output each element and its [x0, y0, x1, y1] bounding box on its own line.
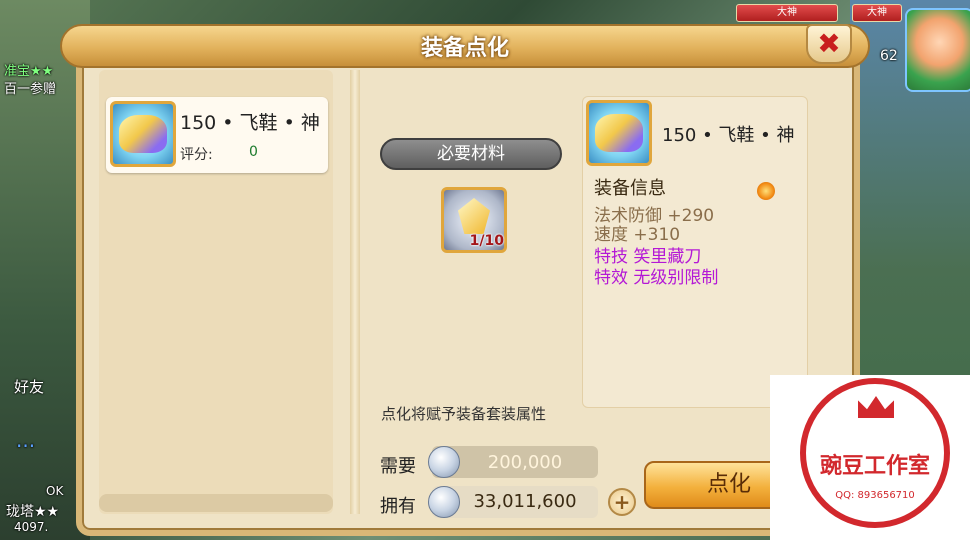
- material-slot[interactable]: 1/10: [441, 187, 507, 253]
- hud-status-text: OK: [46, 484, 64, 498]
- flying-shoes-icon: [119, 114, 167, 154]
- flying-shoes-icon: [595, 113, 643, 153]
- hud-target-number: 4097.: [14, 520, 49, 534]
- dialog-title: 装备点化: [420, 36, 509, 61]
- health-bar-2: 大神: [852, 4, 902, 22]
- friends-button[interactable]: 好友: [14, 376, 44, 397]
- watermark-qq: QQ: 893656710: [835, 490, 915, 501]
- gold-coin-icon[interactable]: [757, 182, 775, 200]
- silver-coin-icon: [428, 446, 460, 478]
- need-label: 需要: [380, 456, 416, 477]
- close-button[interactable]: ✖: [806, 24, 852, 64]
- material-count: 1/10: [469, 233, 504, 249]
- panel-divider: [350, 70, 360, 514]
- materials-banner: 必要材料: [380, 138, 562, 170]
- player-title-label: 百一参赠: [4, 82, 57, 97]
- refine-stone-icon: [458, 198, 490, 234]
- list-item-name: 150 • 飞鞋 • 神: [180, 112, 320, 134]
- list-scrollbar[interactable]: [99, 494, 333, 512]
- hud-target-name: 珑塔★★: [6, 504, 60, 520]
- own-label: 拥有: [380, 496, 416, 517]
- watermark-name: 豌豆工作室: [819, 454, 930, 479]
- chat-bubble-icon[interactable]: ...: [16, 428, 35, 452]
- silver-coin-icon: [428, 486, 460, 518]
- info-item-name: 150 • 飞鞋 • 神: [662, 125, 795, 146]
- close-icon: ✖: [817, 27, 841, 60]
- score-value: 0: [249, 144, 258, 160]
- attr-special-effect: 特效 无级别限制: [594, 268, 719, 288]
- need-amount-value: 200,000: [487, 452, 563, 473]
- item-slot[interactable]: [110, 101, 176, 167]
- score-label: 评分:: [180, 147, 213, 163]
- refine-description: 点化将赋予装备套装属性: [381, 405, 547, 423]
- add-silver-button[interactable]: +: [608, 488, 636, 516]
- health-bar-1: 大神: [736, 4, 838, 22]
- player-name-label: 准宝★★: [4, 64, 54, 79]
- info-item-slot[interactable]: [586, 100, 652, 166]
- own-amount-value: 33,011,600: [473, 491, 577, 512]
- info-title: 装备信息: [594, 178, 666, 199]
